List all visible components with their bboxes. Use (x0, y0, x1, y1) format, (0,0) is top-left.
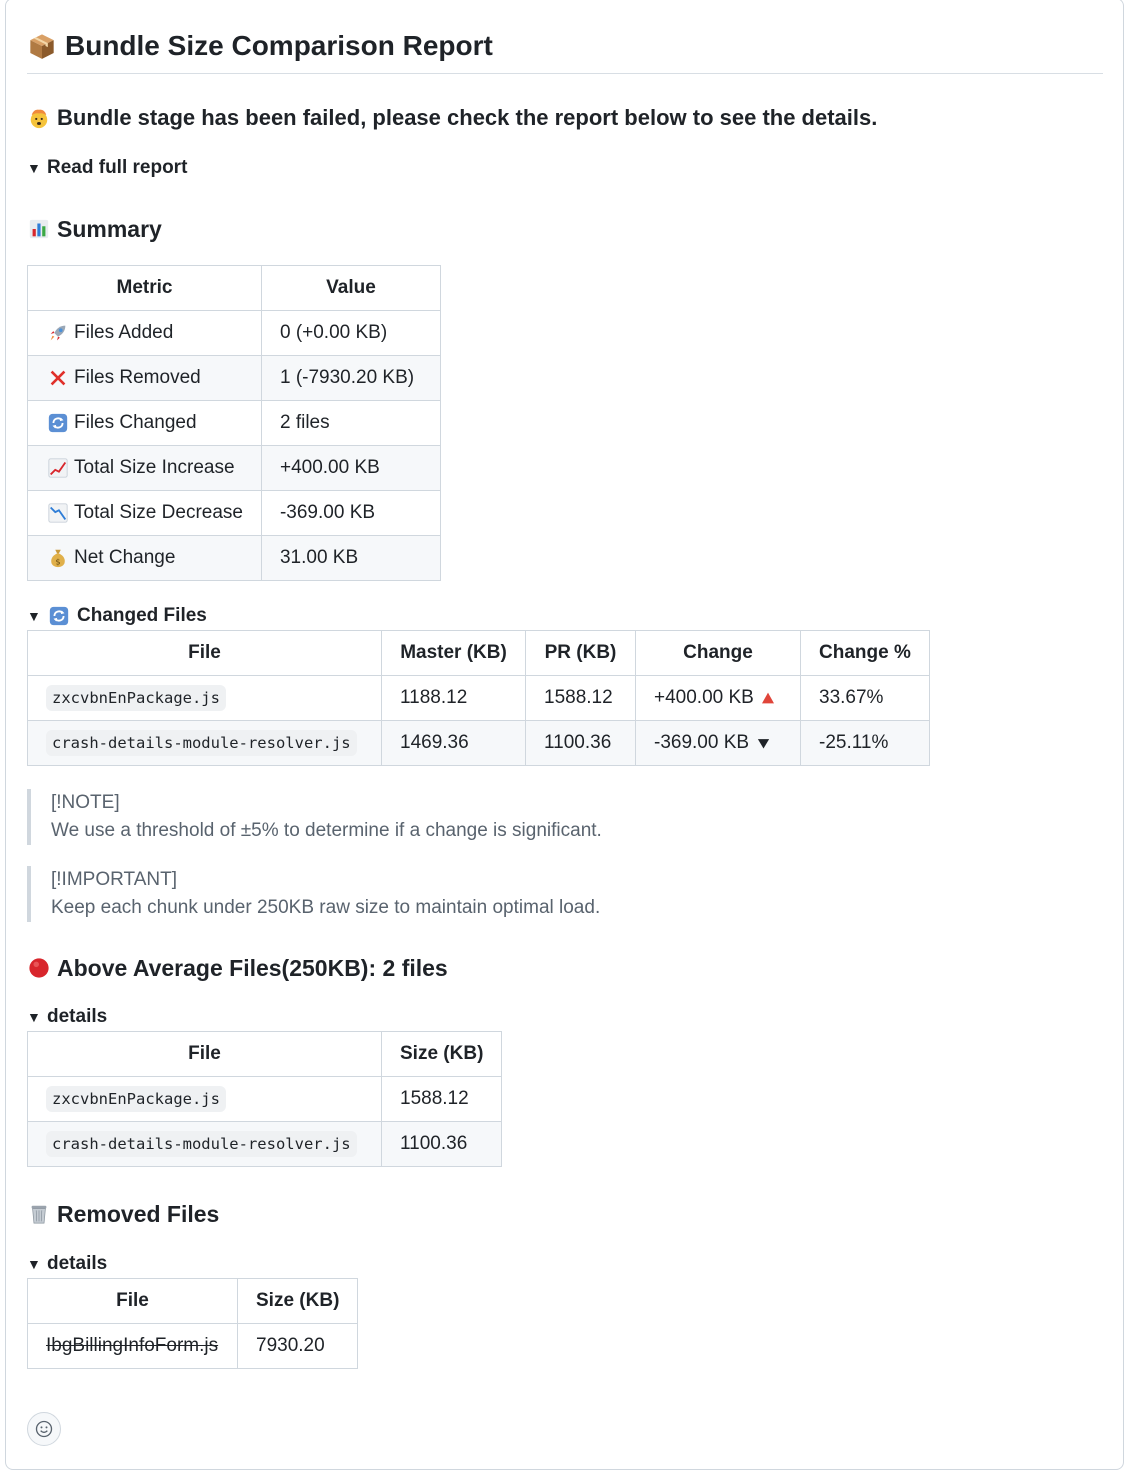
status-message-text: Bundle stage has been failed, please che… (57, 105, 878, 130)
note-tag: [!NOTE] (51, 792, 120, 813)
red-circle-icon (27, 956, 51, 980)
value-cell: 2 files (260, 400, 441, 446)
add-reaction-button[interactable] (27, 1412, 61, 1446)
column-header: Value (260, 265, 441, 311)
table-row: IbgBillingInfoForm.js 7930.20 (27, 1323, 359, 1369)
value-cell: 1 (-7930.20 KB) (260, 355, 441, 401)
file-cell: zxcvbnEnPackage.js (27, 1076, 382, 1122)
package-icon (27, 29, 57, 63)
status-message: Bundle stage has been failed, please che… (27, 103, 877, 133)
file-cell: zxcvbnEnPackage.js (27, 675, 382, 721)
column-header: PR (KB) (525, 630, 636, 676)
note-blockquote: [!NOTE] We use a threshold of ±5% to det… (27, 789, 602, 845)
change-cell: +400.00 KB (635, 675, 801, 721)
column-header: Change (635, 630, 801, 676)
metric-cell: Files Changed (27, 400, 262, 446)
column-header: Size (KB) (236, 1278, 359, 1324)
removed-files-details-toggle[interactable]: ▼ details (27, 1252, 107, 1276)
column-header: Metric (27, 265, 262, 311)
file-name: zxcvbnEnPackage.js (46, 1086, 226, 1112)
change-percent-cell: -25.11% (800, 720, 930, 766)
table-row: Files Changed 2 files (27, 400, 441, 446)
pr-size-cell: 1100.36 (525, 720, 636, 766)
important-text: Keep each chunk under 250KB raw size to … (51, 897, 601, 918)
report-title-text: Bundle Size Comparison Report (65, 30, 493, 61)
file-name: zxcvbnEnPackage.js (46, 685, 226, 711)
red-triangle-up-icon (758, 686, 778, 710)
metric-cell: Files Added (27, 310, 262, 356)
triangle-down-icon (753, 731, 773, 755)
file-cell: crash-details-module-resolver.js (27, 720, 382, 766)
file-cell: crash-details-module-resolver.js (27, 1121, 382, 1167)
table-row: crash-details-module-resolver.js 1100.36 (27, 1121, 503, 1167)
column-header: File (27, 1031, 382, 1077)
value-cell: +400.00 KB (260, 445, 441, 491)
read-full-report-toggle[interactable]: ▼ Read full report (27, 156, 187, 180)
column-header: File (27, 1278, 238, 1324)
value-cell: 31.00 KB (260, 535, 441, 581)
comment-card: Bundle Size Comparison Report Bundle sta… (5, 0, 1124, 1470)
table-row: Files Added 0 (+0.00 KB) (27, 310, 441, 356)
removed-files-heading: Removed Files (27, 1199, 219, 1229)
changed-files-toggle[interactable]: ▼ Changed Files (27, 604, 207, 628)
triangle-down-icon: ▼ (27, 1009, 41, 1025)
value-cell: -369.00 KB (260, 490, 441, 536)
triangle-down-icon: ▼ (27, 608, 41, 624)
file-cell: IbgBillingInfoForm.js (27, 1323, 238, 1369)
file-name: crash-details-module-resolver.js (46, 730, 357, 756)
important-blockquote: [!IMPORTANT] Keep each chunk under 250KB… (27, 866, 600, 922)
above-average-table: File Size (KB) zxcvbnEnPackage.js 1588.1… (27, 1031, 503, 1167)
chart-increasing-icon (46, 456, 70, 480)
smiley-icon (32, 1417, 56, 1441)
summary-heading: Summary (27, 214, 162, 244)
note-text: We use a threshold of ±5% to determine i… (51, 820, 602, 841)
chart-decreasing-icon (46, 501, 70, 525)
table-row: Files Removed 1 (-7930.20 KB) (27, 355, 441, 401)
table-row: Total Size Decrease -369.00 KB (27, 490, 441, 536)
value-cell: 0 (+0.00 KB) (260, 310, 441, 356)
metric-cell: $ Net Change (27, 535, 262, 581)
table-row: crash-details-module-resolver.js 1469.36… (27, 720, 930, 766)
triangle-down-icon: ▼ (27, 160, 41, 176)
money-bag-icon: $ (46, 546, 70, 570)
file-name: crash-details-module-resolver.js (46, 1131, 357, 1157)
table-row: zxcvbnEnPackage.js 1588.12 (27, 1076, 503, 1122)
refresh-icon (46, 411, 70, 435)
removed-file-name: IbgBillingInfoForm.js (46, 1335, 219, 1356)
changed-files-table: File Master (KB) PR (KB) Change Change %… (27, 630, 930, 766)
wastebasket-icon (27, 1202, 51, 1226)
change-percent-cell: 33.67% (800, 675, 930, 721)
table-row: Total Size Increase +400.00 KB (27, 445, 441, 491)
size-cell: 7930.20 (236, 1323, 359, 1369)
master-size-cell: 1469.36 (381, 720, 526, 766)
metric-cell: Files Removed (27, 355, 262, 401)
column-header: Master (KB) (381, 630, 526, 676)
master-size-cell: 1188.12 (381, 675, 526, 721)
cross-mark-icon (46, 366, 70, 390)
above-average-details-toggle[interactable]: ▼ details (27, 1005, 107, 1029)
metric-cell: Total Size Increase (27, 445, 262, 491)
above-average-heading: Above Average Files(250KB): 2 files (27, 953, 448, 983)
column-header: File (27, 630, 382, 676)
column-header: Change % (800, 630, 930, 676)
report-title: Bundle Size Comparison Report (27, 29, 1103, 74)
pr-size-cell: 1588.12 (525, 675, 636, 721)
refresh-icon (47, 604, 71, 628)
size-cell: 1588.12 (380, 1076, 503, 1122)
table-row: zxcvbnEnPackage.js 1188.12 1588.12 +400.… (27, 675, 930, 721)
svg-text:$: $ (55, 556, 60, 566)
table-row: $ Net Change 31.00 KB (27, 535, 441, 581)
rocket-icon (46, 321, 70, 345)
size-cell: 1100.36 (380, 1121, 503, 1167)
removed-files-table: File Size (KB) IbgBillingInfoForm.js 793… (27, 1278, 359, 1369)
metric-cell: Total Size Decrease (27, 490, 262, 536)
summary-table: Metric Value Files Added 0 (+0.00 KB) Fi… (27, 265, 441, 581)
bar-chart-icon (27, 217, 51, 241)
important-tag: [!IMPORTANT] (51, 869, 177, 890)
triangle-down-icon: ▼ (27, 1256, 41, 1272)
change-cell: -369.00 KB (635, 720, 801, 766)
exploding-head-icon (27, 106, 51, 130)
column-header: Size (KB) (380, 1031, 503, 1077)
